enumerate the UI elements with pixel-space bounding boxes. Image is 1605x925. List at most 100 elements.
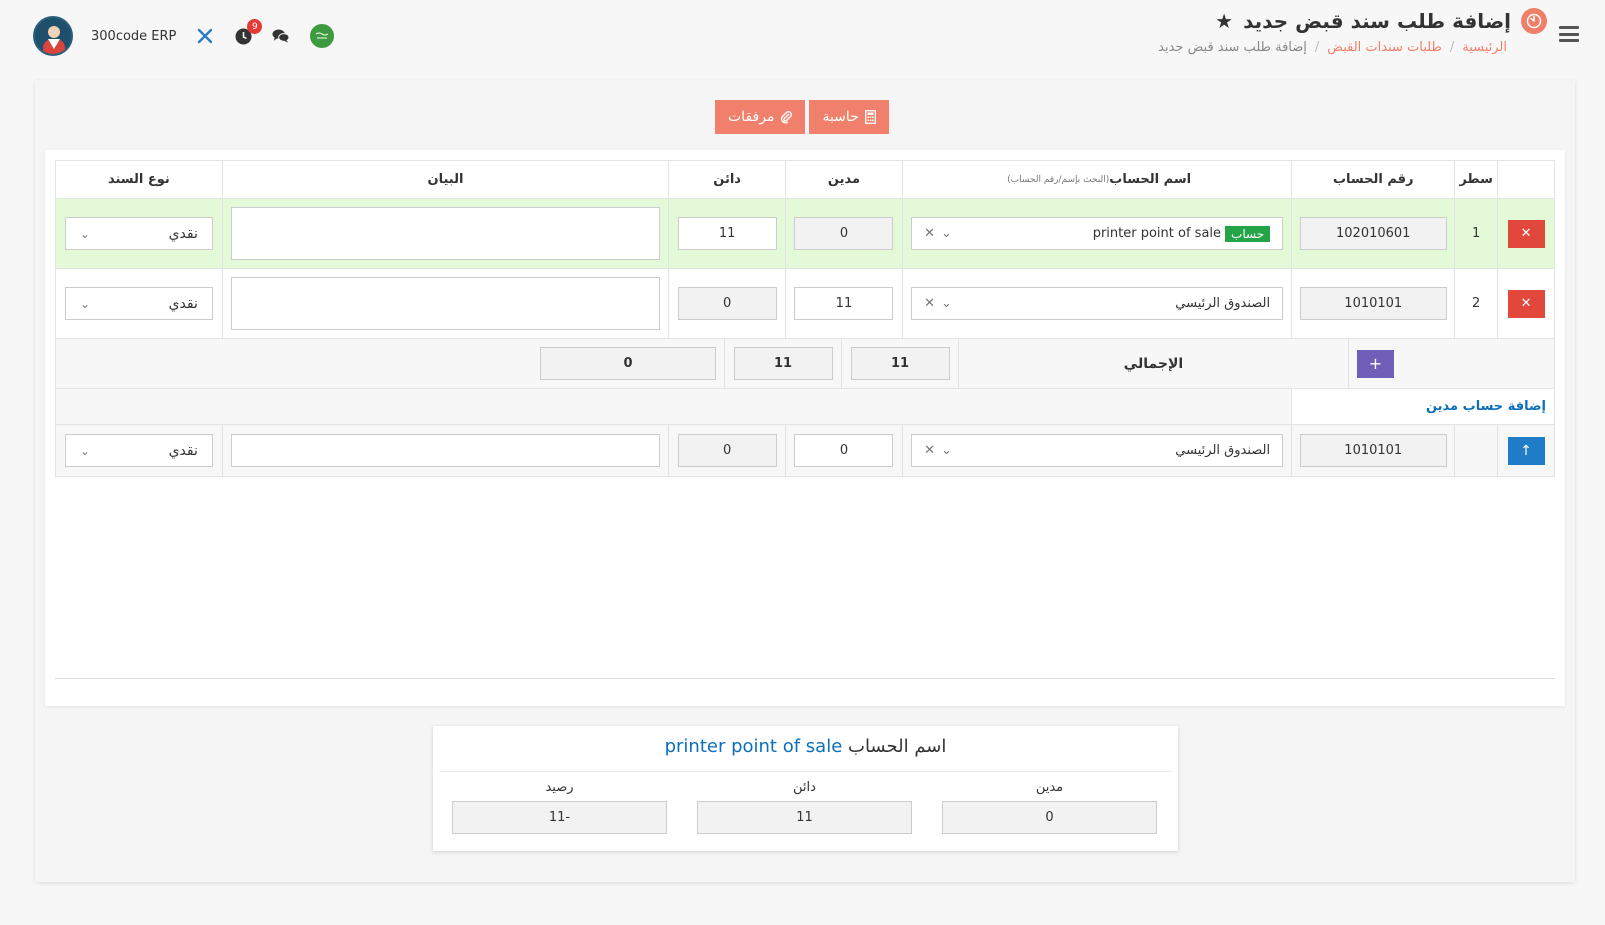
- account-select-value: الصندوق الرئيسي: [1175, 443, 1270, 458]
- row-actions: ✕: [1497, 269, 1554, 338]
- calculator-button[interactable]: حاسبة: [809, 100, 889, 134]
- plus-icon: +: [1368, 354, 1383, 373]
- statement-textarea[interactable]: [230, 277, 660, 330]
- account-tag: حساب: [1225, 225, 1271, 242]
- account-select[interactable]: الصندوق الرئيسي ✕ ⌄: [911, 287, 1284, 320]
- clock-icon[interactable]: 9: [234, 19, 263, 45]
- row-credit: 0: [668, 269, 785, 338]
- credit-input[interactable]: 11: [677, 217, 777, 250]
- account-select-value: حساب printer point of sale: [1092, 225, 1271, 242]
- totals-debit: 11: [841, 339, 958, 388]
- voucher-grid-panel: سطر رقم الحساب اسم الحساب (البحث بإسم/رق…: [45, 150, 1565, 706]
- header-voucher-type: نوع السند: [107, 172, 170, 187]
- clear-icon[interactable]: ✕: [924, 443, 935, 458]
- grid-divider: [55, 678, 1555, 679]
- add-row-button[interactable]: +: [1357, 349, 1394, 378]
- debit-input[interactable]: 0: [794, 217, 894, 250]
- page-title-row: إضافة طلب سند قبض جديد ★: [1215, 8, 1547, 34]
- move-up-button[interactable]: ↑: [1507, 436, 1545, 465]
- debit-input[interactable]: 0: [794, 434, 894, 467]
- clear-icon[interactable]: ✕: [924, 226, 935, 241]
- voucher-type-value: نقدي: [168, 295, 198, 312]
- add-debit-account-link[interactable]: إضافة حساب مدين: [1426, 399, 1546, 414]
- account-select-text: printer point of sale: [1092, 226, 1222, 241]
- totals-row: + الإجمالي 11 11 0: [55, 339, 1555, 389]
- account-number-field[interactable]: 102010601: [1299, 217, 1447, 250]
- star-icon[interactable]: ★: [1215, 9, 1233, 33]
- account-credit: دائن 11: [697, 780, 912, 834]
- header-statement: البيان: [221, 161, 668, 198]
- account-select[interactable]: حساب printer point of sale ✕ ⌄: [911, 217, 1284, 250]
- statement-input[interactable]: [230, 434, 660, 467]
- gauge-icon: [1521, 8, 1547, 34]
- row-credit: 0: [668, 425, 785, 476]
- hamburger-icon[interactable]: [1559, 26, 1579, 42]
- attachments-button[interactable]: مرفقات: [715, 100, 806, 134]
- tools-icon[interactable]: [196, 27, 214, 45]
- credit-input[interactable]: 0: [677, 434, 777, 467]
- row-account-number: 1010101: [1291, 269, 1454, 338]
- header-debit: مدين: [785, 161, 902, 198]
- row-account-name: حساب printer point of sale ✕ ⌄: [901, 199, 1291, 268]
- row-voucher-type: نقدي ⌄: [56, 425, 222, 476]
- new-entry-row: ↑ 1010101 الصندوق الرئيسي ✕ ⌄ 0 0 نقدي ⌄: [55, 425, 1555, 477]
- account-number-field[interactable]: 1010101: [1299, 287, 1447, 320]
- account-select-text: الصندوق الرئيسي: [1175, 443, 1271, 458]
- statement-textarea[interactable]: [230, 207, 660, 260]
- voucher-type-select[interactable]: نقدي ⌄: [64, 217, 213, 250]
- page-title: إضافة طلب سند قبض جديد: [1243, 9, 1511, 33]
- total-difference-field: 0: [540, 347, 716, 380]
- user-toolbar: 300code ERP 9: [33, 16, 335, 56]
- arrow-up-icon: ↑: [1520, 442, 1532, 459]
- avatar[interactable]: [33, 16, 73, 56]
- account-select[interactable]: الصندوق الرئيسي ✕ ⌄: [911, 434, 1284, 467]
- header-account-name-label: اسم الحساب: [1109, 172, 1192, 187]
- remove-row-button[interactable]: ✕: [1507, 289, 1545, 318]
- header-credit: دائن: [668, 161, 785, 198]
- remove-row-button[interactable]: ✕: [1507, 219, 1545, 248]
- account-info-name: printer point of sale: [664, 736, 843, 757]
- chevron-down-icon[interactable]: ⌄: [941, 296, 952, 311]
- row-voucher-type: نقدي ⌄: [56, 269, 222, 338]
- top-bar: إضافة طلب سند قبض جديد ★ الرئيسية / طلبا…: [0, 0, 1605, 75]
- chevron-down-icon[interactable]: ⌄: [941, 226, 952, 241]
- chevron-down-icon[interactable]: ⌄: [941, 443, 952, 458]
- chat-icon[interactable]: [272, 27, 290, 45]
- row-account-name: الصندوق الرئيسي ✕ ⌄: [901, 269, 1291, 338]
- row-actions: ✕: [1497, 199, 1554, 268]
- row-voucher-type: نقدي ⌄: [56, 199, 222, 268]
- table-row: ✕ 1 102010601 حساب printer point of sale…: [55, 199, 1555, 269]
- chevron-down-icon: ⌄: [79, 443, 90, 458]
- breadcrumb-separator: /: [1449, 40, 1455, 55]
- header-actions: [1497, 161, 1554, 198]
- debit-input[interactable]: 11: [794, 287, 894, 320]
- add-debit-cell: إضافة حساب مدين: [1291, 389, 1554, 424]
- breadcrumb-list[interactable]: طلبات سندات القبض: [1327, 40, 1442, 55]
- debit-field: 0: [942, 801, 1157, 834]
- row-account-number: 102010601: [1291, 199, 1454, 268]
- chevron-down-icon: ⌄: [79, 296, 90, 311]
- saudi-flag-icon[interactable]: [310, 24, 335, 48]
- breadcrumb-current: إضافة طلب سند قبض جديد: [1158, 40, 1307, 55]
- row-debit: 0: [785, 199, 902, 268]
- row-credit: 11: [668, 199, 785, 268]
- row-account-number: 1010101: [1291, 425, 1454, 476]
- action-buttons: مرفقات حاسبة: [715, 100, 889, 134]
- breadcrumb: الرئيسية / طلبات سندات القبض / إضافة طلب…: [1158, 40, 1507, 55]
- credit-label: دائن: [793, 780, 816, 795]
- voucher-type-select[interactable]: نقدي ⌄: [64, 287, 213, 320]
- notification-badge: 9: [247, 19, 263, 34]
- credit-input[interactable]: 0: [677, 287, 777, 320]
- clear-icon[interactable]: ✕: [924, 296, 935, 311]
- debit-label: مدين: [1035, 780, 1064, 795]
- breadcrumb-home[interactable]: الرئيسية: [1462, 40, 1507, 55]
- chevron-down-icon: ⌄: [79, 226, 90, 241]
- totals-actions: +: [1348, 339, 1554, 388]
- row-debit: 11: [785, 269, 902, 338]
- voucher-type-value: نقدي: [168, 442, 198, 459]
- account-select-text: الصندوق الرئيسي: [1175, 296, 1271, 311]
- attachments-label: مرفقات: [728, 109, 775, 125]
- account-number-field[interactable]: 1010101: [1299, 434, 1447, 467]
- voucher-type-select[interactable]: نقدي ⌄: [64, 434, 213, 467]
- voucher-type-value: نقدي: [168, 225, 198, 242]
